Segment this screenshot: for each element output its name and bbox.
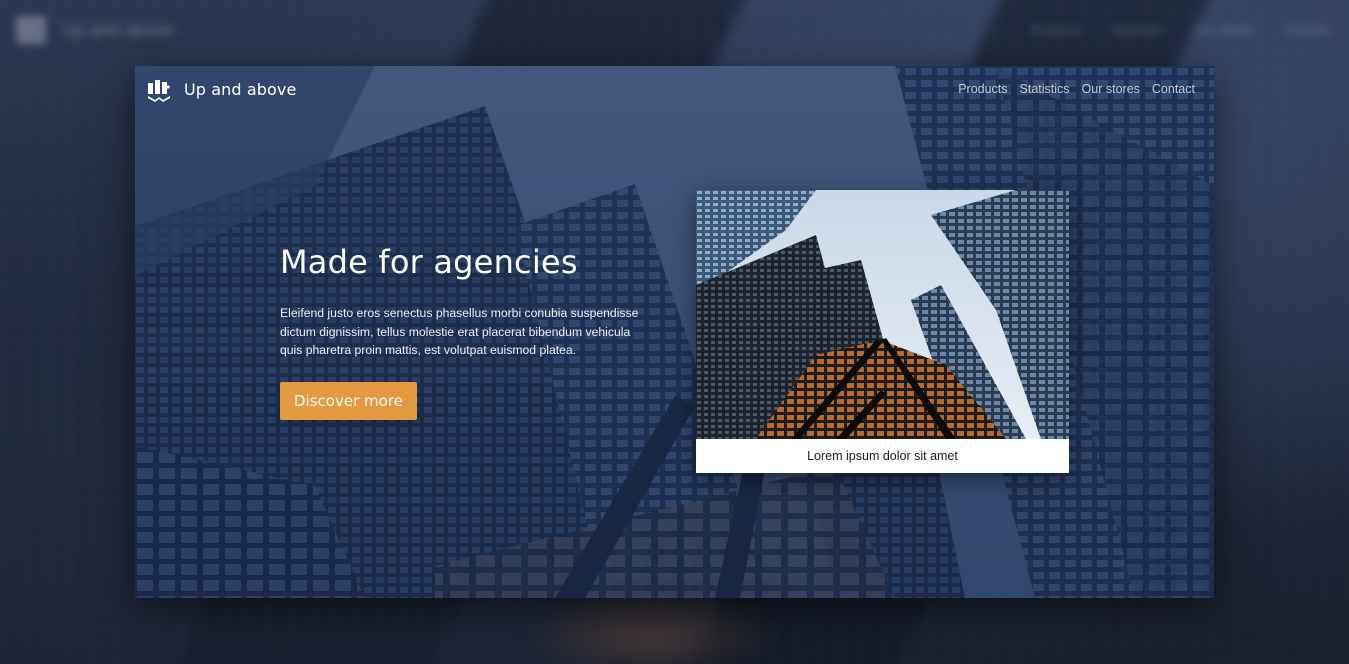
background-nav-item: Products: [1030, 22, 1082, 37]
background-nav-item: Statistics: [1111, 22, 1164, 37]
hero-description: Eleifend justo eros senectus phasellus m…: [280, 306, 639, 357]
nav-item-contact[interactable]: Contact: [1152, 82, 1195, 96]
main-nav: Products Statistics Our stores Contact: [958, 82, 1195, 96]
background-brand-name: Up and above: [62, 20, 175, 40]
nav-item-our-stores[interactable]: Our stores: [1082, 82, 1140, 96]
nav-item-products[interactable]: Products: [958, 82, 1007, 96]
background-glow: [520, 590, 780, 664]
hero-title: Made for agencies: [280, 243, 578, 281]
background-nav-item: Our stores: [1193, 22, 1255, 37]
site-header: Up and above Products Statistics Our sto…: [135, 66, 1214, 116]
background-header: Up and above Products Statistics Our sto…: [0, 0, 1349, 62]
background-nav: Products Statistics Our stores Contact: [1030, 22, 1329, 37]
photo-caption: Lorem ipsum dolor sit amet: [807, 449, 958, 463]
brand-name[interactable]: Up and above: [184, 80, 296, 99]
photo-card: Lorem ipsum dolor sit amet: [696, 190, 1069, 473]
nav-item-statistics[interactable]: Statistics: [1020, 82, 1070, 96]
discover-more-button[interactable]: Discover more: [280, 381, 417, 420]
bookshelf-people-icon[interactable]: [147, 79, 171, 103]
skyscrapers-photo: [696, 190, 1069, 439]
background-nav-item: Contact: [1284, 22, 1329, 37]
background-logo-icon: [16, 16, 46, 44]
hero-card: Up and above Products Statistics Our sto…: [135, 66, 1214, 598]
hero-text-block: Made for agencies Eleifend justo eros se…: [280, 242, 660, 420]
